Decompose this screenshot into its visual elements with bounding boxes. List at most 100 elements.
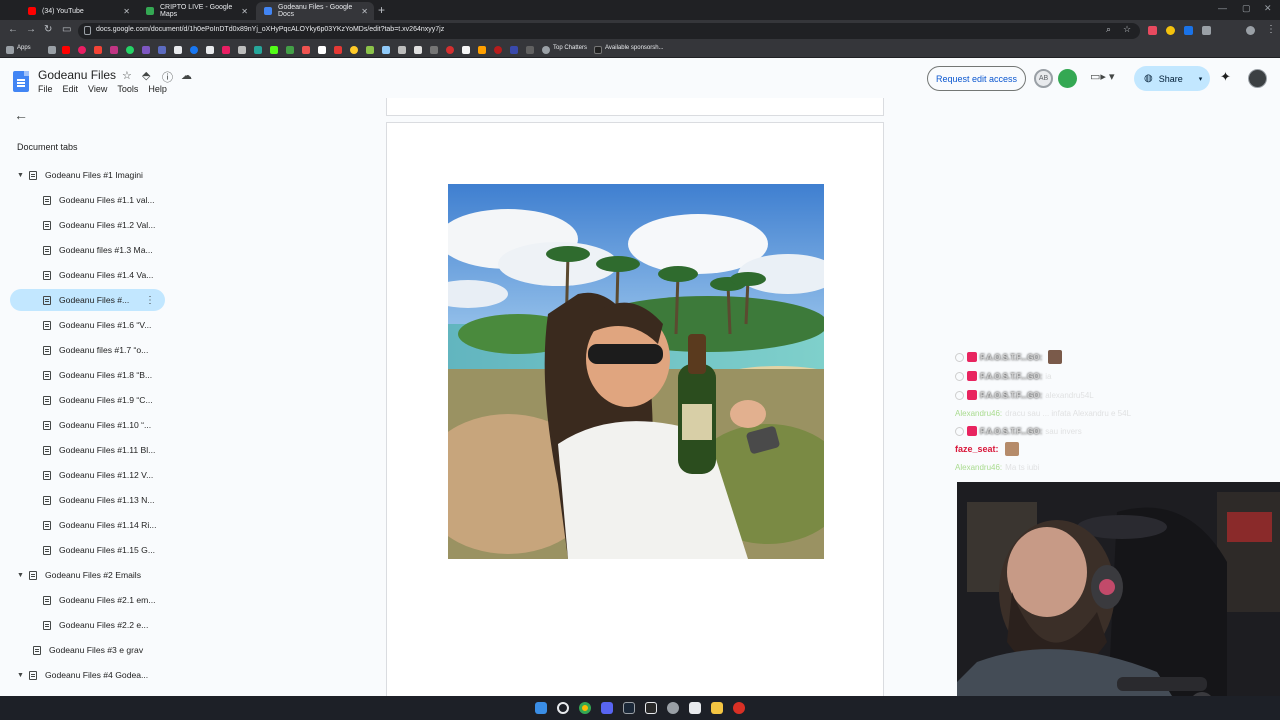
bookmark-apps[interactable]: Apps xyxy=(17,45,31,51)
embedded-photo[interactable] xyxy=(448,184,824,559)
expand-caret-icon[interactable]: ▼ xyxy=(17,572,29,579)
bookmark-icon[interactable] xyxy=(462,46,470,54)
youtube-icon[interactable] xyxy=(62,46,70,54)
bookmark-icon[interactable] xyxy=(350,46,358,54)
bookmark-icon[interactable] xyxy=(334,46,342,54)
app-icon[interactable] xyxy=(689,702,701,714)
minimize-icon[interactable]: — xyxy=(1218,3,1227,13)
facebook-icon[interactable] xyxy=(190,46,198,54)
extension-icon[interactable] xyxy=(1166,26,1175,35)
discord-icon[interactable] xyxy=(601,702,613,714)
start-windows-icon[interactable] xyxy=(535,702,547,714)
doc-tab-item[interactable]: Godeanu Files #1.9 “C... xyxy=(43,389,168,411)
request-edit-access-button[interactable]: Request edit access xyxy=(927,66,1026,91)
bookmark-icon[interactable] xyxy=(238,46,246,54)
menu-edit[interactable]: Edit xyxy=(63,84,79,94)
bookmark-icon[interactable] xyxy=(430,46,438,54)
forward-icon[interactable]: → xyxy=(26,24,36,35)
bookmark-icon[interactable] xyxy=(94,46,102,54)
cloud-saved-icon[interactable]: ☁ xyxy=(181,69,192,82)
address-bar[interactable]: docs.google.com/document/d/1h0ePoInDTd0x… xyxy=(78,23,1140,39)
meet-video-icon[interactable]: ▭▸ ▾ xyxy=(1090,70,1115,83)
doc-tab-item[interactable]: Godeanu files #1.7 “o... xyxy=(43,339,168,361)
share-button[interactable]: ◍ Share ▾ xyxy=(1134,66,1210,91)
steam-icon[interactable] xyxy=(623,702,635,714)
doc-tab-item-selected[interactable]: Godeanu Files #... ⋮ xyxy=(10,289,165,311)
menu-help[interactable]: Help xyxy=(148,84,167,94)
bookmark-icon[interactable] xyxy=(382,46,390,54)
back-icon[interactable]: ← xyxy=(8,24,18,35)
maximize-icon[interactable]: ▢ xyxy=(1242,3,1251,14)
new-tab-icon[interactable]: + xyxy=(378,3,385,17)
document-title[interactable]: Godeanu Files xyxy=(38,68,116,82)
expand-caret-icon[interactable]: ▼ xyxy=(17,672,29,679)
reload-icon[interactable]: ↻ xyxy=(44,24,52,35)
side-panel-icon[interactable]: ▭ xyxy=(62,24,71,35)
menu-view[interactable]: View xyxy=(88,84,107,94)
doc-tab-item[interactable]: Godeanu Files #1.8 “B... xyxy=(43,364,168,386)
bookmark-icon[interactable] xyxy=(446,46,454,54)
extensions-puzzle-icon[interactable] xyxy=(1202,26,1211,35)
bookmark-icon[interactable] xyxy=(158,46,166,54)
bookmark-icon[interactable] xyxy=(494,46,502,54)
browser-tab-youtube[interactable]: (34) YouTube ✕ xyxy=(20,2,136,20)
bookmark-icon[interactable] xyxy=(48,46,56,54)
epic-games-icon[interactable] xyxy=(645,702,657,714)
doc-tab-item[interactable]: Godeanu files #1.3 Ma... xyxy=(43,239,168,261)
whatsapp-icon[interactable] xyxy=(126,46,134,54)
close-icon[interactable]: ✕ xyxy=(361,7,368,16)
bookmark-icon[interactable] xyxy=(222,46,230,54)
doc-tab-item[interactable]: Godeanu Files #1.10 “... xyxy=(43,414,168,436)
collaborator-avatar[interactable] xyxy=(1058,69,1077,88)
zoom-icon[interactable]: ⌕ xyxy=(1106,24,1111,35)
kick-icon[interactable] xyxy=(270,46,278,54)
profile-icon[interactable] xyxy=(1246,26,1255,35)
app-icon[interactable] xyxy=(667,702,679,714)
doc-tab-item[interactable]: Godeanu Files #1.6 “V... xyxy=(43,314,168,336)
app-icon[interactable] xyxy=(733,702,745,714)
bookmark-icon[interactable] xyxy=(594,46,602,54)
bookmark-icon[interactable] xyxy=(526,46,534,54)
doc-tab-item[interactable]: Godeanu Files #3 e grav xyxy=(33,639,168,661)
document-page-previous[interactable] xyxy=(386,98,884,116)
tiktok-icon[interactable] xyxy=(206,46,214,54)
close-icon[interactable]: ✕ xyxy=(241,7,248,16)
bookmark-icon[interactable] xyxy=(302,46,310,54)
bookmark-icon[interactable] xyxy=(510,46,518,54)
star-icon[interactable]: ☆ xyxy=(122,69,132,82)
move-to-folder-icon[interactable]: ⬘ xyxy=(142,69,150,82)
bookmark-icon[interactable] xyxy=(286,46,294,54)
bookmark-star-icon[interactable]: ☆ xyxy=(1123,24,1131,35)
search-icon[interactable] xyxy=(557,702,569,714)
doc-tab-item[interactable]: Godeanu Files #1.4 Va... xyxy=(43,264,168,286)
extension-icon[interactable] xyxy=(1148,26,1157,35)
bookmark-top-chatters[interactable]: Top Chatters xyxy=(553,45,587,51)
expand-caret-icon[interactable]: ▼ xyxy=(17,172,29,179)
doc-tab-item[interactable]: Godeanu Files #1.1 val... xyxy=(43,189,168,211)
doc-tab-item[interactable]: Godeanu Files #1.11 Bl... xyxy=(43,439,168,461)
browser-tab-maps[interactable]: CRIPTO LIVE - Google Maps ✕ xyxy=(138,2,254,20)
doc-tab-item[interactable]: Godeanu Files #1.2 Val... xyxy=(43,214,168,236)
collaborator-avatar[interactable]: AB xyxy=(1034,69,1053,88)
globe-icon[interactable] xyxy=(542,46,550,54)
doc-tab-item[interactable]: Godeanu Files #1.13 N... xyxy=(43,489,168,511)
bookmark-icon[interactable] xyxy=(398,46,406,54)
site-info-icon[interactable] xyxy=(84,26,91,35)
bookmark-available-sponsorships[interactable]: Available sponsorsh... xyxy=(605,45,664,51)
bookmark-icon[interactable] xyxy=(414,46,422,54)
menu-file[interactable]: File xyxy=(38,84,53,94)
x-icon[interactable] xyxy=(174,46,182,54)
browser-tab-docs[interactable]: Godeanu Files - Google Docs ✕ xyxy=(256,2,374,20)
doc-tab-item[interactable]: Godeanu Files #2.2 e... xyxy=(43,614,168,636)
back-arrow-icon[interactable]: ← xyxy=(14,107,28,123)
doc-tab-item[interactable]: ▼ Godeanu Files #1 Imagini xyxy=(17,164,167,186)
bookmark-icon[interactable] xyxy=(78,46,86,54)
close-icon[interactable]: ✕ xyxy=(123,7,130,16)
docs-logo-icon[interactable] xyxy=(13,71,29,92)
chrome-icon[interactable] xyxy=(579,702,591,714)
apps-grid-icon[interactable] xyxy=(6,46,14,54)
doc-tab-item[interactable]: ▼ Godeanu Files #2 Emails xyxy=(17,564,167,586)
chevron-down-icon[interactable]: ▾ xyxy=(1199,75,1203,83)
extension-icon[interactable] xyxy=(1184,26,1193,35)
instagram-icon[interactable] xyxy=(110,46,118,54)
